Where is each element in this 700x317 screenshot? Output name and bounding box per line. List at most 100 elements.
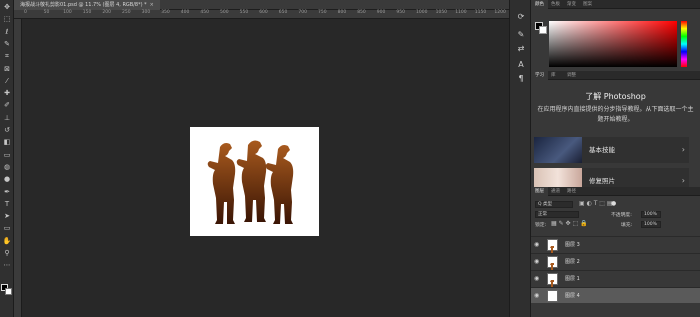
hue-slider[interactable]: [681, 21, 687, 67]
panel-tab[interactable]: 图案: [579, 0, 596, 9]
pen-tool-icon[interactable]: ✒: [2, 188, 12, 196]
saluting-soldiers-silhouette-image: [207, 140, 294, 224]
horizontal-ruler: 0 50 100 150 200 250 300 350 400 450 500 550 600 650 7…: [14, 10, 509, 19]
layer-name: 图层 3: [565, 242, 580, 248]
photoshop-window: ✥ ⬚ ℓ ✎ ⌗ ⊠ ⁄ ✚ ✐ ⊥ ↺ ◧ ▭ ◍ ● ✒ T ➤ ▭ ✋ ⚲ ⋯ 海报战斗敬礼剪影01.psd @ …: [0, 0, 700, 317]
panel-tab[interactable]: 调整: [563, 71, 580, 80]
learn-card-label: 基本技能: [589, 146, 615, 154]
eyedropper-tool-icon[interactable]: ⁄: [2, 77, 12, 85]
background-color-swatch[interactable]: [5, 288, 12, 295]
learn-panel-tabs: 学习库调整: [531, 71, 700, 80]
panel-tab[interactable]: 图层: [531, 187, 548, 196]
color-panel: [531, 9, 700, 71]
marquee-tool-icon[interactable]: ⬚: [2, 15, 12, 23]
brush-settings-icon[interactable]: ✎: [515, 30, 527, 40]
panel-tab[interactable]: 库: [547, 71, 560, 80]
fill-label: 填充:: [621, 223, 633, 228]
layer-row[interactable]: ◉ 图层 1: [531, 270, 700, 288]
shape-tool-icon[interactable]: ▭: [2, 224, 12, 232]
layer-thumbnail: [547, 256, 558, 271]
document-tab-title: 海报战斗敬礼剪影01.psd @ 11.7% (图层 4, RGB/8*) *: [20, 2, 147, 8]
layer-row[interactable]: ◉ 图层 3: [531, 236, 700, 254]
ruler-tick-label: 700: [298, 10, 307, 15]
color-picker-field[interactable]: [549, 21, 677, 67]
panel-tab[interactable]: 渐变: [563, 0, 580, 9]
ruler-tick-label: 750: [318, 10, 327, 15]
path-select-tool-icon[interactable]: ➤: [2, 212, 12, 220]
panel-tab[interactable]: 颜色: [531, 0, 548, 9]
ruler-tick-label: 350: [161, 10, 170, 15]
panel-tab[interactable]: 色板: [547, 0, 564, 9]
move-tool-icon[interactable]: ✥: [2, 3, 12, 11]
brush-tool-icon[interactable]: ✐: [2, 101, 12, 109]
quick-select-tool-icon[interactable]: ✎: [2, 40, 12, 48]
ruler-tick-label: 850: [357, 10, 366, 15]
opacity-label: 不透明度:: [611, 213, 632, 218]
learn-title: 了解 Photoshop: [585, 92, 646, 101]
learn-card-basic-skills[interactable]: 基本技能 ›: [534, 137, 689, 163]
eraser-tool-icon[interactable]: ◧: [2, 138, 12, 146]
layer-thumbnail: [547, 273, 558, 288]
ruler-tick-label: 1200: [494, 10, 506, 15]
layer-name: 图层 4: [565, 293, 580, 299]
blend-mode-select[interactable]: 正常: [535, 211, 579, 218]
type-tool-icon[interactable]: T: [2, 200, 12, 208]
layer-name: 图层 2: [565, 259, 580, 265]
document-tab[interactable]: 海报战斗敬礼剪影01.psd @ 11.7% (图层 4, RGB/8*) * ×: [14, 0, 160, 10]
eye-icon[interactable]: ◉: [534, 258, 539, 265]
ruler-tick-label: 800: [337, 10, 347, 15]
lock-label: 锁定:: [535, 223, 547, 228]
paragraph-icon[interactable]: ¶: [515, 74, 527, 84]
eye-icon[interactable]: ◉: [534, 292, 539, 299]
filter-icons[interactable]: ▣ ◐ T ⬚ ▤: [579, 200, 613, 207]
panel-icon-dock: ⟳ ✎ ⇄ A ¶: [509, 0, 531, 317]
layer-thumbnail: [547, 239, 558, 254]
blur-tool-icon[interactable]: ◍: [2, 163, 12, 171]
ruler-tick-label: 50: [43, 10, 50, 15]
panel-tab[interactable]: 路径: [563, 187, 580, 196]
hand-tool-icon[interactable]: ✋: [2, 237, 12, 245]
ruler-tick-label: 400: [180, 10, 190, 15]
document-tab-bar: 海报战斗敬礼剪影01.psd @ 11.7% (图层 4, RGB/8*) * ×: [14, 0, 509, 10]
ruler-tick-label: 500: [220, 10, 229, 15]
right-panels: 颜色 色板 渐变 图案 学习库调整 了解 Photoshop 在应用程序内直接提供的分…: [531, 0, 700, 317]
layer-row[interactable]: ◉ 图层 4: [531, 287, 700, 303]
lock-icons[interactable]: ▦ ✎ ✥ ⬚ 🔒: [551, 220, 588, 227]
blend-row: 正常 不透明度: 100%: [531, 210, 700, 219]
lasso-tool-icon[interactable]: ℓ: [2, 28, 12, 36]
history-brush-tool-icon[interactable]: ↺: [2, 126, 12, 134]
color-background-swatch[interactable]: [539, 26, 547, 34]
ruler-tick-label: 300: [141, 10, 151, 15]
ruler-tick-label: 250: [122, 10, 131, 15]
more-tools-icon[interactable]: ⋯: [2, 261, 12, 269]
layers-panel: Q 类型 ▣ ◐ T ⬚ ▤ ● 正常 不透明度: 100% 锁定: ▦ ✎ ✥…: [531, 196, 700, 317]
dodge-tool-icon[interactable]: ●: [2, 175, 12, 183]
adjust-icon[interactable]: ⇄: [515, 44, 527, 54]
opacity-input[interactable]: 100%: [641, 211, 661, 218]
panel-tab[interactable]: 通道: [547, 187, 564, 196]
vertical-ruler: [14, 19, 22, 317]
ruler-tick-label: 0: [24, 10, 27, 15]
layers-panel-tabs: 图层 通道 路径: [531, 187, 700, 196]
filter-toggle-icon[interactable]: ●: [611, 200, 616, 207]
ruler-tick-label: 1150: [474, 10, 487, 15]
panel-tab[interactable]: 学习: [531, 71, 548, 80]
gradient-tool-icon[interactable]: ▭: [2, 151, 12, 159]
ruler-tick-label: 650: [278, 10, 288, 15]
healing-tool-icon[interactable]: ✚: [2, 89, 12, 97]
layer-kind-filter[interactable]: Q 类型: [535, 201, 573, 208]
eye-icon[interactable]: ◉: [534, 275, 539, 282]
eye-icon[interactable]: ◉: [534, 241, 539, 248]
document-canvas[interactable]: [190, 127, 319, 236]
crop-tool-icon[interactable]: ⌗: [2, 52, 12, 60]
history-icon[interactable]: ⟳: [515, 12, 527, 22]
layer-row[interactable]: ◉ 图层 2: [531, 253, 700, 271]
soldier-silhouette-1: [207, 143, 236, 224]
character-icon[interactable]: A: [515, 60, 527, 70]
learn-panel: 了解 Photoshop 在应用程序内直接提供的分步指导教程。从下面选取一个主题…: [531, 80, 700, 194]
stamp-tool-icon[interactable]: ⊥: [2, 114, 12, 122]
zoom-tool-icon[interactable]: ⚲: [2, 249, 12, 257]
close-icon[interactable]: ×: [150, 2, 154, 8]
fill-input[interactable]: 100%: [641, 221, 661, 228]
frame-tool-icon[interactable]: ⊠: [2, 65, 12, 73]
